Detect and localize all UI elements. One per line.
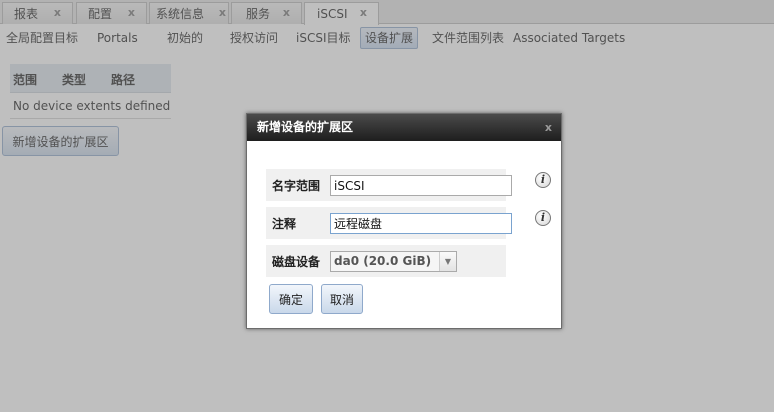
disk-device-value: da0 (20.0 GiB) bbox=[334, 254, 432, 268]
disk-device-label: 磁盘设备 bbox=[272, 255, 321, 269]
cancel-button[interactable]: 取消 bbox=[321, 284, 363, 314]
ok-button[interactable]: 确定 bbox=[269, 284, 313, 314]
comment-row: 注释 bbox=[266, 207, 512, 239]
add-device-extent-dialog: 新增设备的扩展区 x 名字范围 i 注释 i 磁盘设备 da0 (20.0 Gi… bbox=[246, 113, 562, 329]
comment-input[interactable] bbox=[330, 213, 512, 234]
disk-device-select[interactable]: da0 (20.0 GiB) ▼ bbox=[330, 251, 457, 272]
dialog-title: 新增设备的扩展区 bbox=[257, 120, 354, 134]
extent-name-label: 名字范围 bbox=[272, 179, 321, 193]
chevron-down-icon[interactable]: ▼ bbox=[439, 252, 456, 271]
close-icon[interactable]: x bbox=[545, 114, 552, 141]
extent-name-input[interactable] bbox=[330, 175, 512, 196]
info-icon[interactable]: i bbox=[535, 172, 551, 188]
comment-label: 注释 bbox=[272, 217, 297, 231]
extent-name-row: 名字范围 bbox=[266, 169, 512, 201]
disk-device-row: 磁盘设备 da0 (20.0 GiB) ▼ bbox=[266, 245, 506, 277]
dialog-title-bar: 新增设备的扩展区 x bbox=[247, 114, 561, 141]
info-icon[interactable]: i bbox=[535, 210, 551, 226]
